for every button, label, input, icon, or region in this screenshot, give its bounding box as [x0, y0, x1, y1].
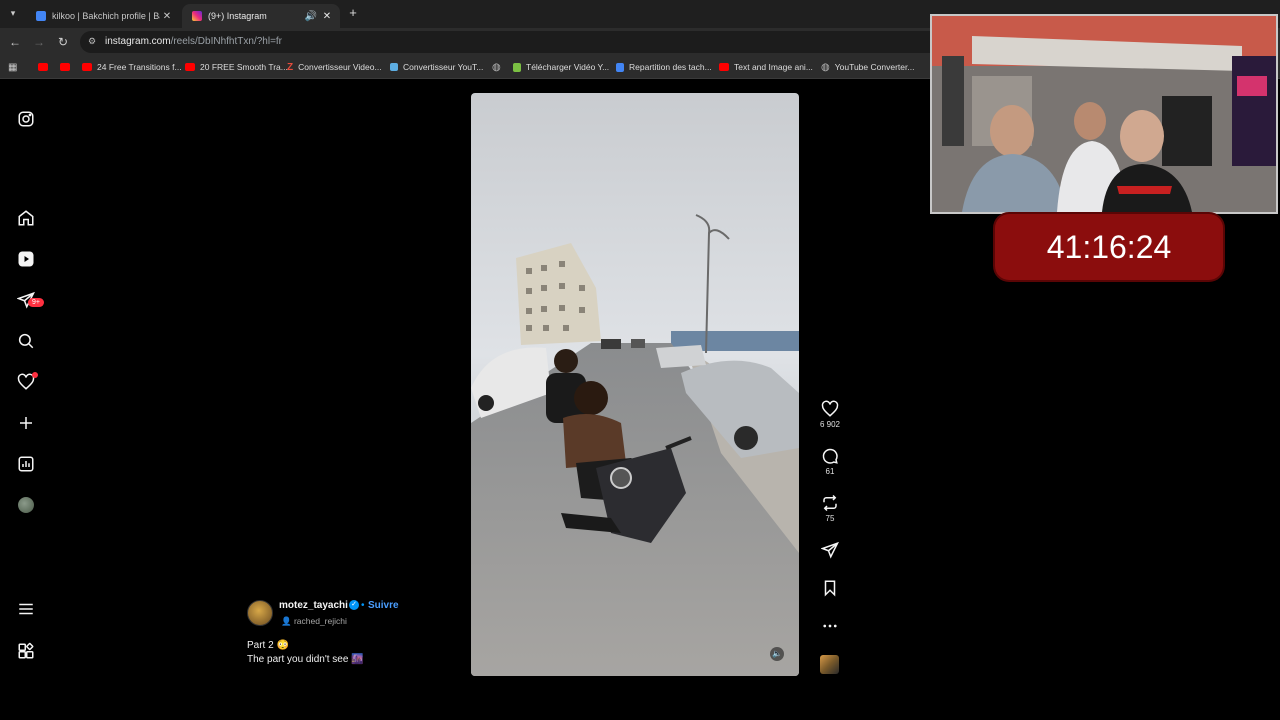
like-button[interactable]: 6 902	[815, 400, 845, 429]
tab-title: (9+) Instagram	[208, 11, 267, 21]
close-tab-icon[interactable]: ✕	[320, 11, 334, 22]
close-tab-icon[interactable]: ✕	[160, 11, 174, 22]
video-frame	[471, 93, 799, 676]
heart-icon	[821, 400, 839, 417]
address-bar[interactable]: ⚙ instagram.com/reels/DbINhfhtTxn/?hl=fr	[80, 31, 940, 53]
bookmark-item[interactable]: ◍ YouTube Converter...	[821, 60, 914, 74]
globe-icon: ◍	[821, 61, 830, 73]
more-dots-icon	[823, 624, 837, 628]
person-icon: 👤	[281, 616, 294, 626]
bookmark-item[interactable]: Text and Image ani...	[719, 60, 813, 74]
share-button[interactable]	[815, 541, 845, 559]
back-button[interactable]: ←	[6, 33, 24, 51]
reload-button[interactable]: ↻	[54, 33, 72, 51]
like-count: 6 902	[819, 420, 841, 429]
globe-icon: ◍	[492, 61, 501, 73]
convert-icon	[390, 63, 398, 71]
url-host: instagram.com	[105, 36, 171, 47]
verified-badge-icon: ✓	[349, 600, 359, 610]
bookmark-label: Convertisseur YouT...	[403, 62, 484, 72]
bookmark-label: YouTube Converter...	[834, 62, 915, 72]
youtube-icon	[38, 63, 48, 71]
bookmark-item[interactable]: Repartition des tach...	[616, 60, 712, 74]
url-path: /reels/DbINhfhtTxn/?hl=fr	[170, 36, 283, 47]
comment-button[interactable]: 61	[815, 447, 845, 476]
bookmark-label: Convertisseur Video...	[298, 62, 382, 72]
speaker-icon[interactable]: 🔊	[304, 11, 318, 22]
author-avatar[interactable]	[247, 600, 273, 626]
tab-title: kilkoo | Bakchich profile | Bakc…	[52, 11, 160, 21]
hamburger-menu-icon[interactable]	[17, 600, 35, 618]
profile-avatar[interactable]	[18, 497, 34, 513]
caption-line-2: The part you didn't see 🌆	[247, 654, 364, 665]
follow-button[interactable]: Suivre	[368, 600, 399, 611]
site-info-icon[interactable]: ⚙	[88, 36, 96, 47]
bookmark-label: Repartition des tach...	[629, 62, 712, 72]
youtube-icon	[60, 63, 70, 71]
volume-icon[interactable]: 🔈	[770, 647, 784, 661]
create-plus-icon[interactable]	[17, 414, 35, 432]
notification-dot	[32, 372, 38, 378]
bookmark-item[interactable]: Télécharger Vidéo Y...	[513, 60, 609, 74]
repost-icon	[823, 494, 837, 512]
bookmark-label: 20 FREE Smooth Tra...	[200, 62, 288, 72]
z-icon: Z	[287, 61, 294, 73]
new-tab-button[interactable]: +	[346, 6, 360, 20]
bookmark-icon	[824, 580, 836, 597]
collaborator[interactable]: 👤 rached_rejichi	[281, 616, 347, 627]
dashboard-icon[interactable]	[17, 455, 35, 473]
tab-favicon	[36, 11, 46, 21]
home-icon[interactable]	[17, 209, 35, 227]
bookmark-item[interactable]	[60, 60, 75, 74]
docs-icon	[616, 62, 624, 72]
bookmark-item[interactable]: 24 Free Transitions f...	[82, 60, 182, 74]
caption-line-1: Part 2 😳	[247, 640, 289, 651]
url-text: instagram.com/reels/DbINhfhtTxn/?hl=fr	[105, 36, 282, 47]
more-options-button[interactable]	[815, 617, 845, 635]
apps-grid-icon[interactable]: ▦	[8, 60, 17, 74]
tab-instagram[interactable]: (9+) Instagram 🔊 ✕	[182, 4, 340, 28]
bookmark-label: Text and Image ani...	[734, 62, 813, 72]
tab-bakchich[interactable]: kilkoo | Bakchich profile | Bakc… ✕	[26, 4, 180, 28]
comment-count: 61	[825, 467, 835, 476]
webcam-overlay	[930, 14, 1278, 214]
instagram-logo-icon[interactable]	[17, 110, 35, 128]
youtube-icon	[185, 63, 195, 71]
meta-apps-icon[interactable]	[17, 642, 35, 660]
bookmark-item[interactable]: 20 FREE Smooth Tra...	[185, 60, 288, 74]
reel-video[interactable]	[471, 93, 799, 676]
download-icon	[513, 62, 521, 72]
author-username[interactable]: motez_tayachi	[279, 600, 348, 611]
bookmark-label: Télécharger Vidéo Y...	[526, 62, 610, 72]
forward-button[interactable]: →	[30, 33, 48, 51]
save-button[interactable]	[815, 579, 845, 597]
bookmark-item[interactable]: ◍	[492, 60, 501, 74]
bookmark-item[interactable]: Z Convertisseur Video...	[287, 60, 382, 74]
instagram-favicon-icon	[192, 11, 202, 21]
youtube-icon	[82, 63, 92, 71]
repost-button[interactable]: 75	[815, 494, 845, 523]
repost-count: 75	[825, 514, 835, 523]
audio-thumbnail[interactable]	[820, 655, 839, 674]
youtube-icon	[719, 63, 729, 71]
search-icon[interactable]	[17, 332, 35, 350]
webcam-feed	[932, 16, 1276, 212]
send-icon	[821, 541, 839, 559]
messages-badge: 9+	[28, 298, 44, 307]
bookmark-label: 24 Free Transitions f...	[97, 62, 182, 72]
countdown-timer: 41:16:24	[995, 214, 1223, 280]
bookmark-item[interactable]: Convertisseur YouT...	[390, 60, 483, 74]
tab-search-dropdown-icon[interactable]: ▾	[6, 6, 20, 20]
collaborator-name: rached_rejichi	[293, 616, 347, 626]
dot-separator: •	[361, 600, 365, 611]
reels-icon[interactable]	[17, 250, 35, 268]
comment-icon	[822, 448, 838, 464]
bookmark-item[interactable]	[38, 60, 53, 74]
